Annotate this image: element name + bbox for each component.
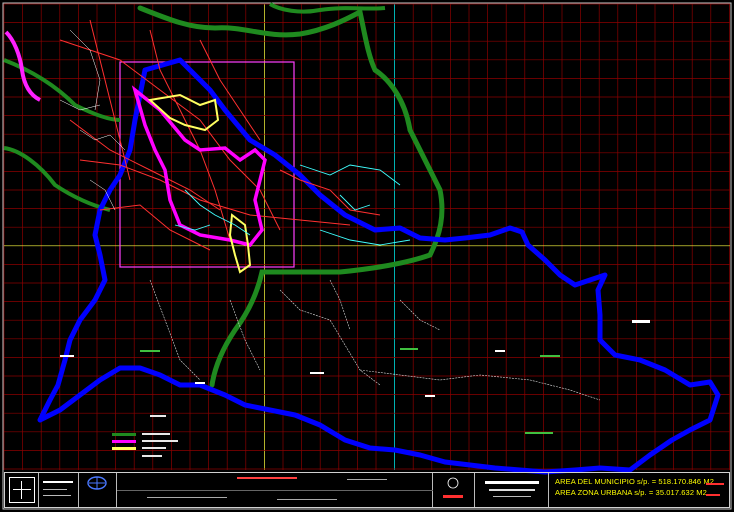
title-block-sheet-cell (433, 473, 475, 507)
title-block-title-cell (475, 473, 549, 507)
title-block: AREA DEL MUNICIPIO s/p. = 518.170.846 M2… (4, 472, 730, 508)
logo-icon (87, 476, 107, 490)
title-block-icon-cell (5, 473, 39, 507)
title-block-stamp-cell (703, 473, 730, 507)
gear-icon (443, 477, 463, 498)
drawing-background (0, 0, 734, 512)
title-block-name-cell (39, 473, 79, 507)
cad-drawing-canvas[interactable] (0, 0, 734, 512)
area-municipio-text: AREA DEL MUNICIPIO s/p. = 518.170.846 M2 (555, 477, 715, 486)
title-block-fields (117, 473, 433, 507)
grid-icon (9, 477, 35, 503)
area-urbana-text: AREA ZONA URBANA s/p. = 35.017.632 M2 (555, 488, 707, 497)
title-block-logo-cell (79, 473, 117, 507)
area-summary: AREA DEL MUNICIPIO s/p. = 518.170.846 M2… (549, 473, 714, 505)
